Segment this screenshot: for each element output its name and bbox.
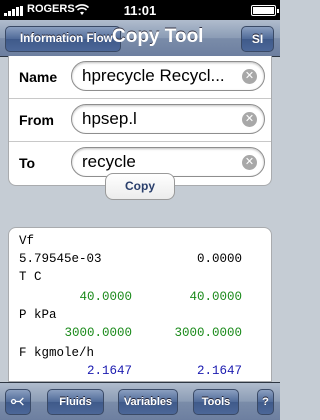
t-label: T C	[19, 270, 42, 284]
flowsheet-button[interactable]	[5, 389, 31, 415]
status-bar: ROGERS 11:01	[0, 0, 280, 20]
name-row: Name hprecycle Recycl... ✕	[9, 56, 271, 99]
back-button-label: Information Flow	[20, 33, 113, 45]
clear-from-icon[interactable]: ✕	[242, 112, 257, 127]
name-field[interactable]: hprecycle Recycl... ✕	[71, 61, 265, 91]
to-label: To	[19, 155, 36, 171]
p-value-1: 3000.0000	[64, 326, 132, 340]
from-field-value: hpsep.l	[82, 109, 137, 128]
clock: 11:01	[123, 3, 157, 18]
vf-value-1: 5.79545e-03	[19, 252, 102, 266]
f-label: F kgmole/h	[19, 346, 95, 360]
copy-button[interactable]: Copy	[105, 173, 175, 200]
back-button[interactable]: Information Flow	[5, 26, 121, 52]
help-button[interactable]: ?	[257, 389, 274, 415]
battery-level	[253, 7, 274, 14]
f-value-2: 2.1647	[196, 364, 242, 378]
variables-button[interactable]: Variables	[118, 389, 178, 415]
name-label: Name	[19, 69, 58, 85]
unit-set-button[interactable]: SI	[241, 26, 274, 52]
copy-form: Name hprecycle Recycl... ✕ From hpsep.l …	[8, 56, 272, 186]
p-label: P kPa	[19, 308, 57, 322]
vf-value-2: 0.0000	[196, 252, 242, 266]
page-title: Copy Tool	[112, 26, 204, 47]
from-field[interactable]: hpsep.l ✕	[71, 104, 265, 134]
name-field-value: hprecycle Recycl...	[82, 66, 225, 85]
fluids-button[interactable]: Fluids	[47, 389, 104, 415]
t-value-1: 40.0000	[79, 290, 132, 304]
flowsheet-icon	[10, 397, 24, 406]
navigation-bar: Information Flow Copy Tool SI	[0, 20, 280, 57]
tools-button[interactable]: Tools	[193, 389, 239, 415]
from-row: From hpsep.l ✕	[9, 99, 271, 142]
clear-name-icon[interactable]: ✕	[242, 69, 257, 84]
t-value-2: 40.0000	[189, 290, 242, 304]
clear-to-icon[interactable]: ✕	[242, 155, 257, 170]
from-label: From	[19, 112, 54, 128]
to-field-value: recycle	[82, 152, 136, 171]
bottom-toolbar: Fluids Variables Tools ?	[0, 382, 280, 420]
battery-icon	[251, 5, 279, 16]
results-panel[interactable]: Vf 5.79545e-03 0.0000 T C 40.0000 40.000…	[8, 227, 272, 382]
p-value-2: 3000.0000	[174, 326, 242, 340]
f-value-1: 2.1647	[86, 364, 132, 378]
vf-label: Vf	[19, 234, 35, 248]
